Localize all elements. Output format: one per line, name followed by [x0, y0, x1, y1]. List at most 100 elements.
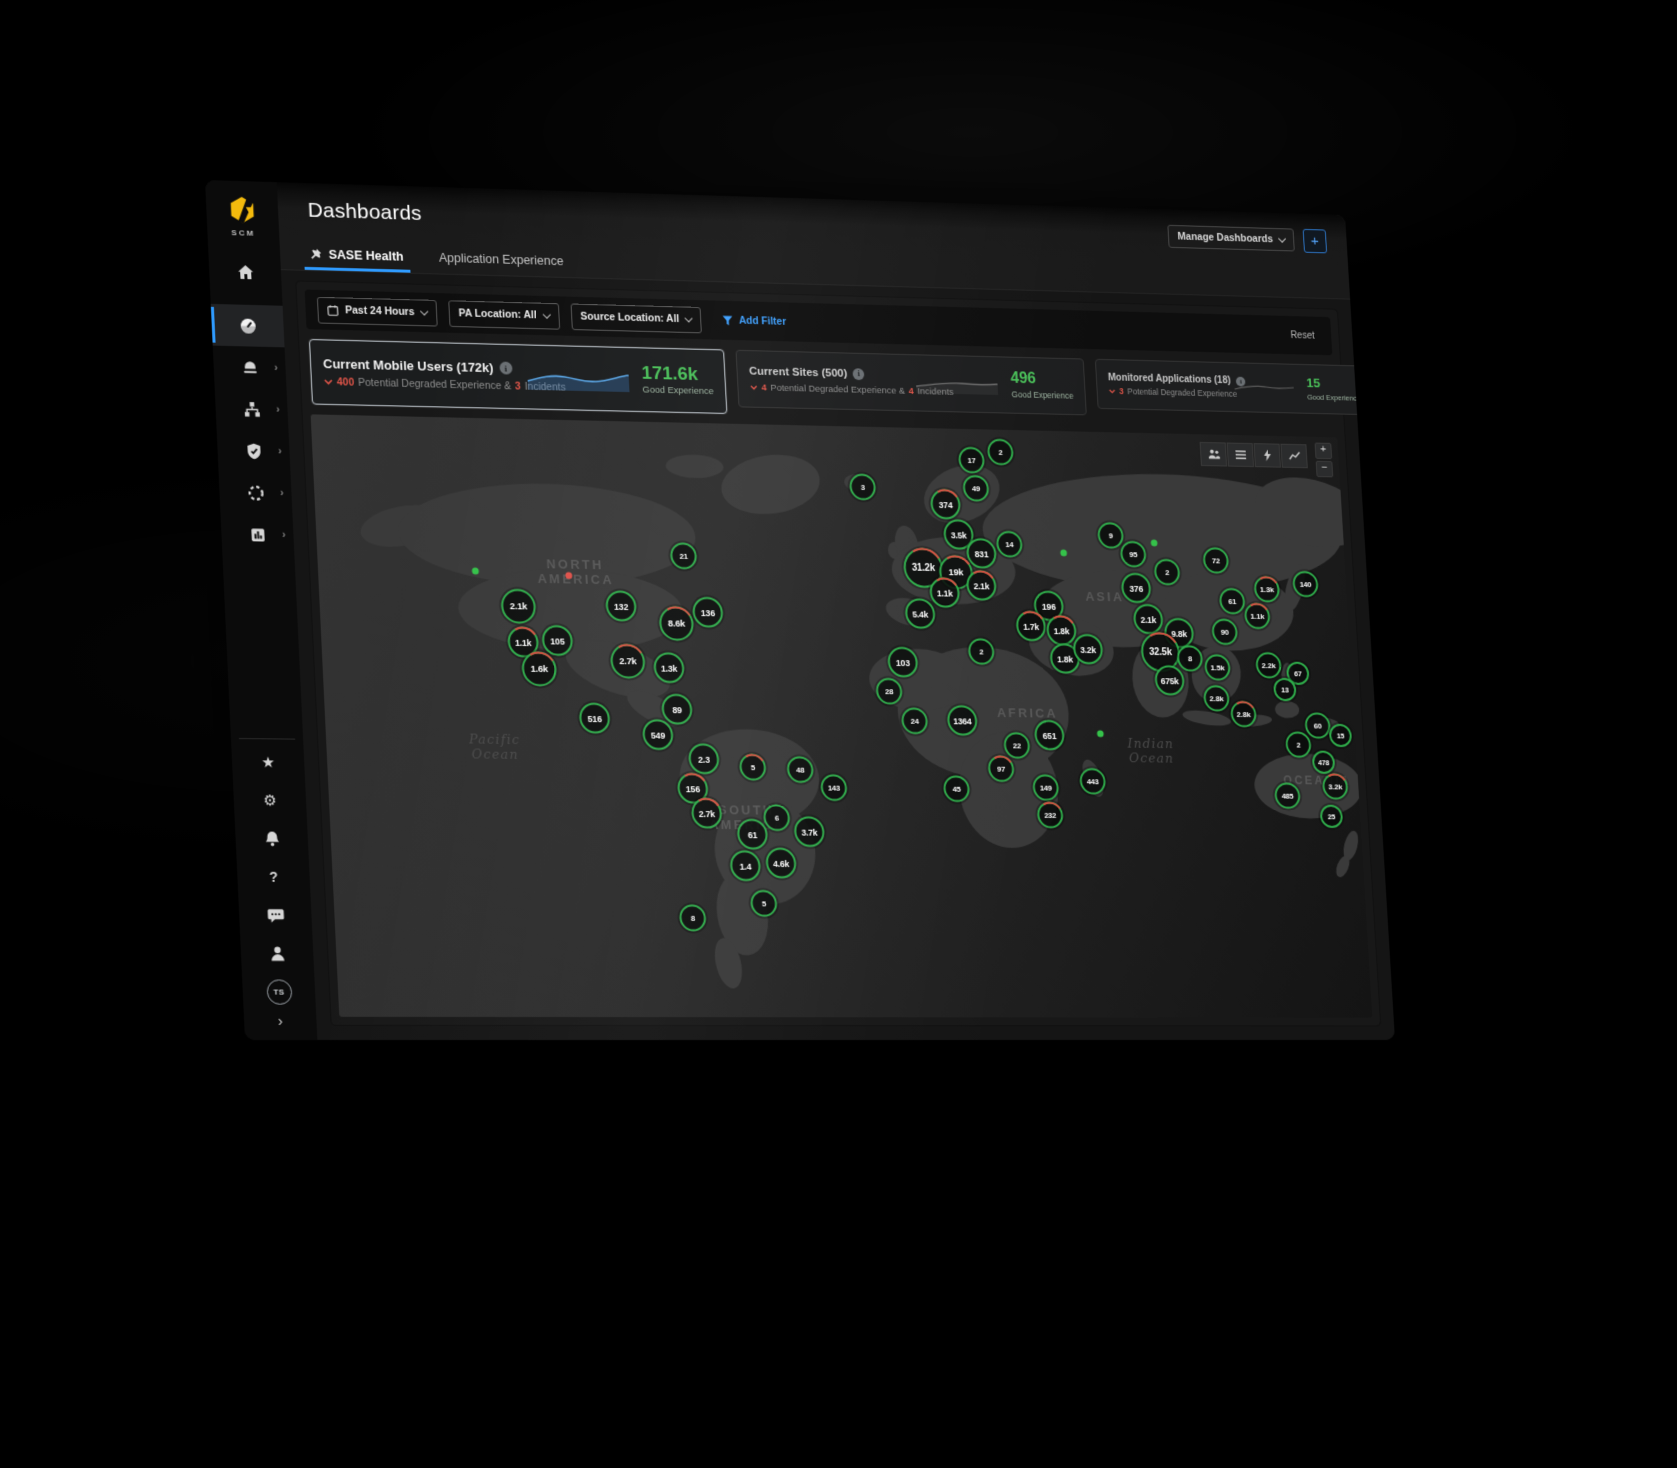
degraded-chevron-icon — [750, 385, 758, 390]
degraded-text: Potential Degraded Experience — [1127, 386, 1237, 398]
dashboard-gauge-icon — [239, 317, 257, 334]
star-icon: ★ — [261, 755, 275, 770]
sidebar-item-notifications[interactable] — [235, 819, 309, 858]
site-dot[interactable] — [565, 572, 572, 579]
pa-location-value: PA Location: All — [458, 307, 536, 321]
metric-value: 496 — [1010, 371, 1073, 389]
site-dot[interactable] — [1060, 549, 1067, 556]
list-icon — [1234, 448, 1247, 461]
reports-icon — [249, 526, 267, 543]
pa-location-select[interactable]: PA Location: All — [448, 300, 560, 329]
page-title: Dashboards — [307, 199, 422, 226]
sparkline-chart — [526, 364, 629, 392]
sidebar-collapse-chevron[interactable]: › — [277, 1011, 283, 1040]
site-dot[interactable] — [472, 567, 479, 574]
main-area: Dashboards Manage Dashboards + — [277, 182, 1395, 1040]
map-users-view-button[interactable] — [1200, 442, 1227, 467]
sidebar-item-network[interactable]: › — [215, 387, 289, 430]
card-title: Current Sites (500) — [749, 365, 848, 379]
sidebar-item-security[interactable]: › — [217, 429, 291, 472]
sidebar-item-help[interactable]: ? — [237, 857, 311, 896]
tab[interactable]: SASE Health — [310, 247, 405, 272]
dashed-circle-icon — [247, 484, 265, 501]
chevron-down-icon — [685, 314, 693, 322]
bolt-icon — [1261, 449, 1274, 462]
kpi-card-applications[interactable]: Monitored Applications (18) i 3 Potentia… — [1095, 359, 1374, 415]
plus-icon: + — [1310, 232, 1319, 248]
sidebar-item-settings[interactable]: ⚙ — [233, 781, 307, 820]
chevron-down-icon — [420, 307, 428, 315]
card-title: Current Mobile Users (172k) — [323, 356, 494, 375]
map-toolbar — [1200, 442, 1308, 468]
site-dot[interactable] — [1151, 540, 1158, 547]
sidebar-avatar[interactable]: TS — [242, 972, 316, 1010]
kpi-card-mobile-users[interactable]: Current Mobile Users (172k) i 400 Potent… — [309, 339, 727, 414]
degraded-count: 400 — [337, 376, 355, 388]
avatar: TS — [266, 979, 292, 1004]
degraded-text: Potential Degraded Experience & — [358, 377, 512, 392]
map-cluster-bubble[interactable]: 8 — [679, 904, 707, 931]
sidebar-divider — [239, 738, 295, 740]
info-icon[interactable]: i — [853, 368, 865, 380]
manage-dashboards-button[interactable]: Manage Dashboards — [1168, 225, 1295, 252]
metric-caption: Good Experience — [1011, 389, 1073, 400]
info-icon[interactable]: i — [499, 362, 512, 375]
source-location-select[interactable]: Source Location: All — [570, 303, 702, 333]
map-events-view-button[interactable] — [1254, 443, 1281, 468]
sidebar-item-reports[interactable]: › — [220, 513, 294, 556]
add-dashboard-button[interactable]: + — [1303, 228, 1327, 252]
continents-layer — [311, 414, 1373, 1017]
person-icon — [268, 945, 286, 962]
map-cluster-bubble[interactable]: 2.7k — [691, 798, 723, 829]
map-list-view-button[interactable] — [1227, 443, 1254, 468]
sidebar-item-account[interactable] — [240, 934, 314, 972]
sidebar-item-favorites[interactable]: ★ — [231, 743, 305, 782]
map-cluster-bubble[interactable]: 232 — [1037, 802, 1064, 829]
add-filter-button[interactable]: Add Filter — [722, 314, 786, 327]
sparkline-chart — [916, 373, 999, 394]
zoom-out-button[interactable]: − — [1316, 461, 1334, 478]
source-location-value: Source Location: All — [580, 311, 679, 325]
reset-button[interactable]: Reset — [1290, 330, 1320, 341]
expand-chevron-icon: › — [282, 529, 286, 540]
map-cluster-bubble[interactable]: 5 — [750, 890, 778, 917]
sidebar-item-home[interactable] — [208, 250, 282, 294]
chevron-down-icon — [542, 310, 550, 318]
metric-caption: Good Experience — [1307, 392, 1361, 402]
brand-label: SCM — [231, 228, 255, 238]
chat-icon — [266, 906, 284, 923]
degraded-chevron-icon — [1109, 388, 1116, 393]
map-trend-view-button[interactable] — [1280, 444, 1307, 469]
world-map[interactable]: NORTH AMERICA SOUTH AMERICA AFRICA ASIA … — [311, 414, 1373, 1017]
bell-icon — [263, 830, 281, 847]
zoom-in-button[interactable]: + — [1315, 443, 1333, 460]
site-dot[interactable] — [1097, 730, 1104, 737]
time-range-select[interactable]: Past 24 Hours — [317, 296, 438, 326]
kpi-cards-row: Current Mobile Users (172k) i 400 Potent… — [309, 339, 1335, 428]
sidebar-item-feedback[interactable] — [238, 896, 312, 935]
degraded-count: 3 — [1119, 386, 1124, 396]
expand-chevron-icon: › — [278, 446, 282, 457]
tab[interactable]: Application Experience — [439, 251, 565, 277]
sidebar-item-operations[interactable]: › — [219, 471, 293, 514]
tilted-scene: SCM — [205, 180, 1395, 1040]
shield-check-icon — [245, 442, 263, 459]
expand-chevron-icon: › — [280, 488, 284, 499]
map-cluster-bubble[interactable]: 97 — [988, 755, 1015, 782]
add-filter-label: Add Filter — [739, 315, 787, 328]
sidebar-item-alerts[interactable]: › — [213, 346, 287, 389]
card-title: Monitored Applications (18) — [1108, 373, 1231, 387]
kpi-card-sites[interactable]: Current Sites (500) i 4 Potential Degrad… — [735, 350, 1086, 416]
sidebar-item-dashboards[interactable] — [211, 304, 285, 347]
network-tree-icon — [243, 400, 261, 417]
help-icon: ? — [269, 870, 278, 884]
map-cluster-bubble[interactable]: 5 — [739, 754, 767, 781]
pin-icon — [310, 248, 322, 260]
metric-caption: Good Experience — [642, 385, 714, 397]
sidebar-spacer — [258, 555, 266, 732]
scm-logo-icon — [227, 194, 258, 225]
dashboard-panel: Past 24 Hours PA Location: All Source Lo… — [295, 280, 1381, 1026]
map-zoom-controls: + − — [1315, 443, 1334, 478]
home-icon — [236, 263, 254, 280]
incident-count: 4 — [908, 386, 914, 397]
